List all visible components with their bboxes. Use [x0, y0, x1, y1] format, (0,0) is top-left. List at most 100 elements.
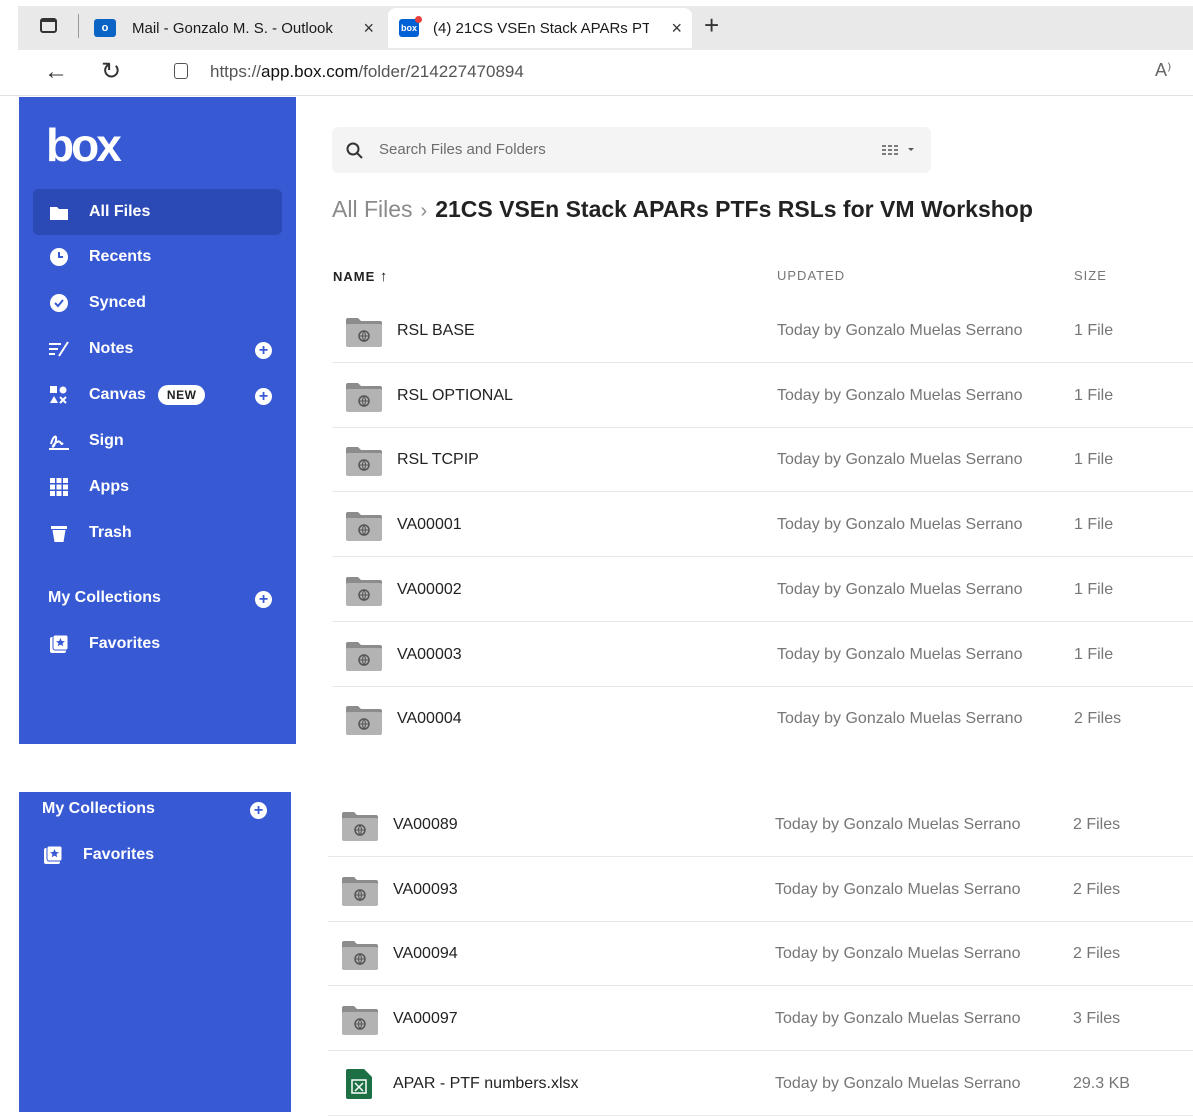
new-badge: NEW	[157, 385, 206, 405]
item-updated: Today by Gonzalo Muelas Serrano	[775, 1010, 1021, 1028]
item-updated: Today by Gonzalo Muelas Serrano	[777, 516, 1023, 534]
url-host: app.box.com	[261, 62, 359, 81]
breadcrumb: All Files › 21CS VSEn Stack APARs PTFs R…	[332, 196, 1033, 223]
shared-folder-icon	[346, 576, 382, 606]
filter-icon[interactable]	[882, 144, 916, 156]
url-path: /folder/214227470894	[358, 62, 524, 81]
sidebar-item-label: Sign	[89, 432, 124, 449]
item-name[interactable]: VA00097	[393, 987, 458, 1051]
sidebar-item-recents[interactable]: Recents	[33, 234, 282, 280]
item-size: 3 Files	[1073, 1010, 1121, 1028]
shared-folder-icon	[342, 1005, 378, 1036]
table-row[interactable]: RSL OPTIONAL Today by Gonzalo Muelas Serr…	[332, 364, 1193, 428]
sidebar-item-label: Favorites	[89, 635, 161, 652]
sidebar-item-trash[interactable]: Trash	[33, 510, 282, 556]
notes-icon	[49, 339, 69, 359]
item-name[interactable]: APAR - PTF numbers.xlsx	[393, 1052, 579, 1116]
add-collection-icon[interactable]: +	[255, 591, 272, 608]
table-row[interactable]: RSL TCPIP Today by Gonzalo Muelas Serrano…	[332, 428, 1193, 493]
table-row[interactable]: RSL BASE Today by Gonzalo Muelas Serrano 1…	[332, 299, 1193, 363]
item-size: 2 Files	[1073, 880, 1121, 898]
table-row[interactable]: VA00001 Today by Gonzalo Muelas Serrano 1 …	[332, 493, 1193, 558]
item-size: 1 File	[1074, 322, 1114, 339]
search-bar[interactable]: Search Files and Folders	[332, 127, 931, 173]
table-row[interactable]: VA00089 Today by Gonzalo Muelas Serrano 2 …	[328, 793, 1193, 857]
tab-divider	[78, 14, 79, 38]
table-row[interactable]: APAR - PTF numbers.xlsx Today by Gonzalo …	[328, 1052, 1193, 1116]
column-header-size[interactable]: SIZE	[1074, 268, 1107, 283]
shared-folder-icon	[346, 317, 382, 347]
sidebar-item-label: Canvas	[89, 386, 146, 403]
sidebar-item-canvas[interactable]: Canvas NEW	[33, 372, 282, 418]
breadcrumb-all-files[interactable]: All Files	[332, 196, 413, 223]
tab-actions-icon[interactable]	[40, 18, 57, 33]
item-name[interactable]: VA00001	[397, 493, 462, 557]
refresh-icon[interactable]: ↻	[101, 57, 121, 86]
sidebar-item-label: Favorites	[83, 846, 155, 863]
new-tab-button[interactable]: +	[704, 10, 719, 41]
column-header-name[interactable]: NAME ↑	[333, 268, 388, 285]
sidebar-item-apps[interactable]: Apps	[33, 464, 282, 510]
search-input[interactable]: Search Files and Folders	[379, 141, 546, 158]
table-row[interactable]: VA00004 Today by Gonzalo Muelas Serrano 2 …	[332, 687, 1193, 752]
clock-icon	[49, 247, 69, 267]
browser-tab-bar: o Mail - Gonzalo M. S. - Outlook × box (…	[0, 0, 1193, 52]
search-icon	[346, 142, 363, 159]
tab-outlook[interactable]: o Mail - Gonzalo M. S. - Outlook ×	[88, 8, 384, 48]
item-name[interactable]: VA00003	[397, 623, 462, 687]
item-size: 29.3 KB	[1073, 1074, 1130, 1092]
sidebar-item-label: All Files	[89, 203, 151, 220]
lock-icon[interactable]	[174, 63, 188, 79]
sidebar-item-favorites[interactable]: Favorites	[27, 832, 276, 878]
item-name[interactable]: VA00089	[393, 793, 458, 857]
item-name[interactable]: VA00002	[397, 558, 462, 622]
sidebar-item-label: Apps	[89, 478, 129, 495]
item-size: 1 File	[1074, 516, 1114, 534]
box-favicon-icon: box	[399, 16, 422, 37]
close-tab-icon[interactable]: ×	[671, 18, 682, 39]
item-name[interactable]: RSL BASE	[397, 299, 475, 363]
item-size: 2 Files	[1074, 710, 1122, 728]
add-note-icon[interactable]: +	[255, 342, 272, 359]
scroll-gap	[296, 744, 1193, 792]
item-name[interactable]: RSL TCPIP	[397, 428, 479, 492]
item-updated: Today by Gonzalo Muelas Serrano	[775, 945, 1021, 963]
check-circle-icon	[49, 293, 69, 313]
table-row[interactable]: VA00097 Today by Gonzalo Muelas Serrano 3 …	[328, 987, 1193, 1052]
item-size: 1 File	[1074, 386, 1114, 404]
add-collection-icon[interactable]: +	[250, 802, 267, 819]
box-logo[interactable]: box	[46, 118, 122, 172]
canvas-icon	[49, 385, 69, 405]
table-row[interactable]: VA00003 Today by Gonzalo Muelas Serrano 1 …	[332, 623, 1193, 687]
back-arrow-icon[interactable]: ←	[44, 58, 68, 86]
item-size: 2 Files	[1073, 816, 1121, 833]
table-row[interactable]: VA00094 Today by Gonzalo Muelas Serrano 2 …	[328, 922, 1193, 987]
my-collections-heading[interactable]: My Collections	[48, 589, 161, 607]
add-canvas-icon[interactable]: +	[255, 388, 272, 405]
item-name[interactable]: VA00094	[393, 922, 458, 986]
sidebar-item-notes[interactable]: Notes	[33, 326, 282, 372]
table-row[interactable]: VA00093 Today by Gonzalo Muelas Serrano 2 …	[328, 858, 1193, 922]
url-field[interactable]: https://app.box.com/folder/214227470894	[210, 62, 524, 82]
item-name[interactable]: RSL OPTIONAL	[397, 364, 513, 428]
sidebar-item-label: Recents	[89, 248, 152, 265]
shared-folder-icon	[342, 940, 378, 971]
shared-folder-icon	[346, 511, 382, 542]
sidebar-item-favorites[interactable]: Favorites	[33, 621, 282, 667]
column-header-updated[interactable]: UPDATED	[777, 268, 845, 283]
sidebar-item-label: Trash	[89, 524, 132, 541]
signature-icon	[49, 431, 69, 451]
read-aloud-icon[interactable]: A⁾	[1155, 60, 1171, 81]
sidebar-item-sign[interactable]: Sign	[33, 418, 282, 464]
tab-box[interactable]: box (4) 21CS VSEn Stack APARs PTFs ×	[388, 8, 692, 48]
excel-file-icon	[346, 1068, 382, 1099]
item-size: 1 File	[1074, 580, 1114, 598]
item-name[interactable]: VA00004	[397, 687, 462, 751]
column-name-label: NAME	[333, 269, 376, 284]
close-tab-icon[interactable]: ×	[363, 18, 374, 39]
table-row[interactable]: VA00002 Today by Gonzalo Muelas Serrano 1 …	[332, 558, 1193, 622]
item-name[interactable]: VA00093	[393, 858, 458, 922]
my-collections-heading[interactable]: My Collections	[42, 800, 155, 818]
sidebar-item-synced[interactable]: Synced	[33, 280, 282, 326]
sidebar-item-all-files[interactable]: All Files	[33, 189, 282, 235]
